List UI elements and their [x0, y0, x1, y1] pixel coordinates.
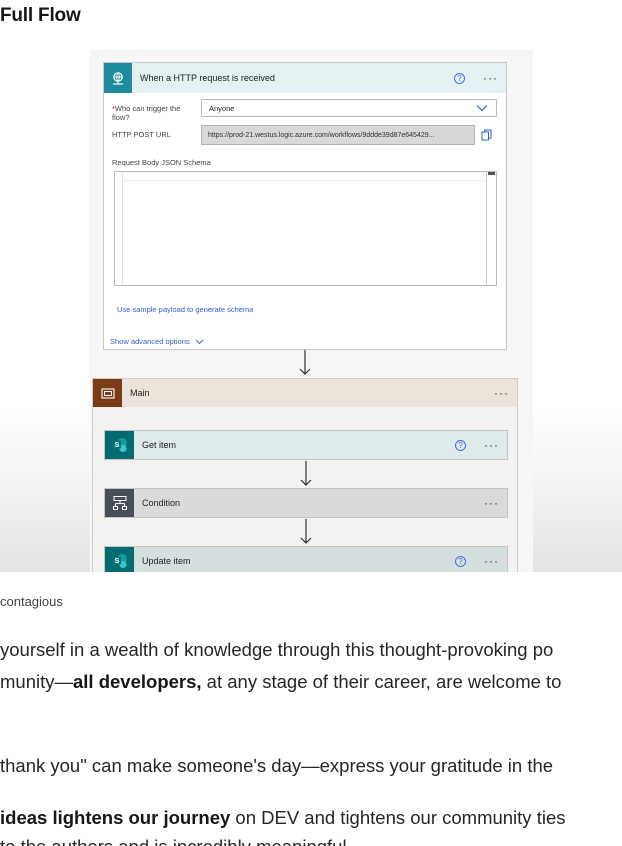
more-options-icon[interactable]: ···	[484, 439, 499, 451]
trigger-card-header[interactable]: When a HTTP request is received ? ···	[104, 63, 506, 93]
more-options-icon[interactable]: ···	[483, 72, 498, 84]
paragraph-text: at any stage of their career, are welcom…	[201, 671, 562, 692]
paragraph-text: munity—	[0, 671, 73, 692]
arrow-down-icon	[300, 519, 312, 544]
who-can-trigger-text: Who can trigger the flow?	[112, 104, 181, 122]
http-post-url-label: HTTP POST URL	[112, 130, 171, 139]
http-post-url-field[interactable]: https://prod-21.westus.logic.azure.com/w…	[201, 125, 475, 145]
trigger-card[interactable]: When a HTTP request is received ? ··· *W…	[103, 62, 507, 350]
editor-gutter	[115, 172, 123, 285]
request-body-schema-editor[interactable]	[114, 171, 497, 286]
copy-icon[interactable]	[481, 129, 492, 141]
article-paragraph: yourself in a wealth of knowledge throug…	[0, 639, 554, 660]
use-sample-payload-link[interactable]: Use sample payload to generate schema	[117, 305, 253, 314]
paragraph-text: on DEV and tightens our community ties	[230, 807, 566, 828]
http-post-url-value: https://prod-21.westus.logic.azure.com/w…	[208, 131, 435, 139]
condition-title: Condition	[142, 498, 181, 508]
request-body-schema-label: Request Body JSON Schema	[112, 158, 211, 167]
help-icon[interactable]: ?	[455, 439, 466, 451]
who-can-trigger-dropdown[interactable]: Anyone	[201, 99, 497, 117]
article-paragraph: thank you" can make someone's day—expres…	[0, 755, 554, 776]
sharepoint-icon: S	[105, 431, 134, 459]
get-item-title: Get item	[142, 440, 177, 450]
main-scope-title: Main	[130, 388, 150, 398]
sharepoint-icon: S	[105, 547, 134, 572]
article-heading: Full Flow	[0, 5, 81, 26]
chevron-down-icon	[476, 105, 488, 112]
show-advanced-options-link[interactable]: Show advanced options	[110, 337, 204, 346]
http-request-icon	[104, 63, 132, 93]
editor-current-line	[123, 180, 486, 181]
svg-text:S: S	[114, 558, 119, 565]
editor-scrollbar[interactable]	[486, 172, 496, 285]
show-advanced-options-text: Show advanced options	[110, 337, 190, 346]
flow-screenshot: When a HTTP request is received ? ··· *W…	[0, 40, 622, 572]
article-paragraph: to the authors and is incredibly meaning…	[0, 836, 347, 846]
more-options-icon[interactable]: ···	[494, 387, 509, 399]
condition-action[interactable]: Condition ···	[104, 488, 508, 518]
update-item-action[interactable]: S Update item ? ···	[104, 546, 508, 572]
condition-icon	[105, 489, 134, 517]
scope-icon	[93, 379, 122, 407]
paragraph-bold-text: ideas lightens our journey	[0, 807, 231, 828]
arrow-down-icon	[300, 461, 312, 486]
help-icon[interactable]: ?	[455, 555, 466, 567]
more-options-icon[interactable]: ···	[484, 555, 499, 567]
figure-caption: contagious	[0, 594, 63, 609]
svg-text:S: S	[114, 442, 119, 449]
help-icon[interactable]: ?	[454, 72, 465, 84]
arrow-down-icon	[299, 350, 311, 375]
who-can-trigger-label: *Who can trigger the flow?	[112, 104, 196, 122]
get-item-action[interactable]: S Get item ? ···	[104, 430, 508, 460]
trigger-title: When a HTTP request is received	[140, 73, 275, 83]
article-paragraph: munity—all developers, at any stage of t…	[0, 671, 561, 693]
flow-canvas: When a HTTP request is received ? ··· *W…	[90, 50, 533, 572]
article-paragraph: ideas lightens our journey on DEV and ti…	[0, 807, 566, 829]
more-options-icon[interactable]: ···	[484, 497, 499, 509]
update-item-title: Update item	[142, 556, 191, 566]
paragraph-bold-text: all developers,	[73, 671, 202, 692]
who-can-trigger-value: Anyone	[209, 103, 235, 113]
main-scope[interactable]: Main ··· S Get item ? ··· Condition ··· …	[92, 378, 518, 572]
chevron-down-icon	[195, 339, 203, 344]
editor-scrollbar-thumb[interactable]	[488, 172, 495, 175]
main-scope-header[interactable]: Main ···	[93, 379, 517, 407]
